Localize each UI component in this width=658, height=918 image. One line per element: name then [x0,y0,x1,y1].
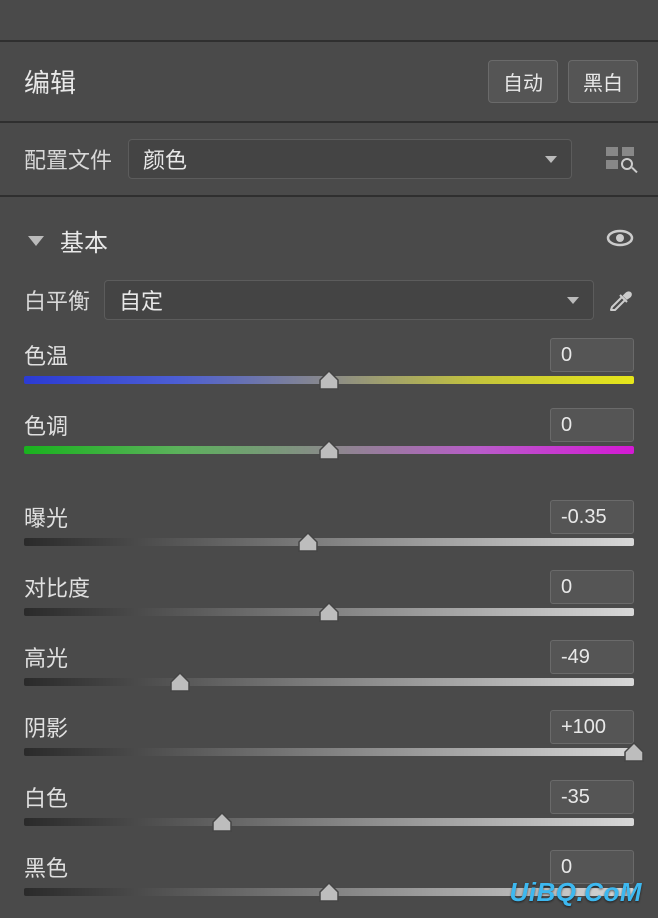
highlights-value[interactable]: -49 [550,640,634,674]
section-collapse-icon[interactable] [28,236,44,246]
blacks-thumb[interactable] [318,882,340,902]
temperature-slider: 色温 0 [0,338,658,384]
header-buttons: 自动 黑白 [488,60,638,103]
highlights-track[interactable] [24,678,634,686]
shadows-value[interactable]: +100 [550,710,634,744]
top-bar [0,0,658,42]
temperature-track[interactable] [24,376,634,384]
visibility-toggle-icon[interactable] [606,228,634,253]
tint-slider: 色调 0 [0,408,658,454]
contrast-label: 对比度 [24,571,90,603]
exposure-slider: 曝光 -0.35 [0,500,658,546]
profile-browser-icon[interactable] [606,147,638,171]
temperature-value[interactable]: 0 [550,338,634,372]
panel-title: 编辑 [24,63,76,100]
contrast-value[interactable]: 0 [550,570,634,604]
profile-label: 配置文件 [24,143,112,175]
exposure-thumb[interactable] [297,532,319,552]
white-balance-row: 白平衡 自定 [0,276,658,338]
profile-row: 配置文件 颜色 [0,123,658,197]
white-balance-value: 自定 [119,284,163,316]
shadows-label: 阴影 [24,711,68,743]
edit-header: 编辑 自动 黑白 [0,42,658,123]
highlights-slider: 高光 -49 [0,640,658,686]
profile-value: 颜色 [143,143,187,175]
shadows-slider: 阴影 +100 [0,710,658,756]
tint-thumb[interactable] [318,440,340,460]
contrast-track[interactable] [24,608,634,616]
whites-track[interactable] [24,818,634,826]
contrast-slider: 对比度 0 [0,570,658,616]
shadows-thumb[interactable] [623,742,645,762]
section-title: 基本 [60,223,108,258]
chevron-down-icon [545,156,557,163]
whites-label: 白色 [24,781,68,813]
whites-slider: 白色 -35 [0,780,658,826]
whites-thumb[interactable] [211,812,233,832]
chevron-down-icon [567,297,579,304]
basic-section-header: 基本 [0,197,658,276]
temperature-label: 色温 [24,339,68,371]
shadows-track[interactable] [24,748,634,756]
white-balance-label: 白平衡 [24,284,90,316]
exposure-label: 曝光 [24,501,68,533]
profile-select[interactable]: 颜色 [128,139,572,179]
bw-button[interactable]: 黑白 [568,60,638,103]
auto-button[interactable]: 自动 [488,60,558,103]
eyedropper-icon[interactable] [608,285,634,316]
exposure-track[interactable] [24,538,634,546]
highlights-label: 高光 [24,641,68,673]
watermark-text: UiBQ.CoM [509,877,642,908]
exposure-value[interactable]: -0.35 [550,500,634,534]
temperature-thumb[interactable] [318,370,340,390]
contrast-thumb[interactable] [318,602,340,622]
highlights-thumb[interactable] [169,672,191,692]
tint-label: 色调 [24,409,68,441]
white-balance-select[interactable]: 自定 [104,280,594,320]
tint-value[interactable]: 0 [550,408,634,442]
whites-value[interactable]: -35 [550,780,634,814]
blacks-label: 黑色 [24,851,68,883]
tint-track[interactable] [24,446,634,454]
